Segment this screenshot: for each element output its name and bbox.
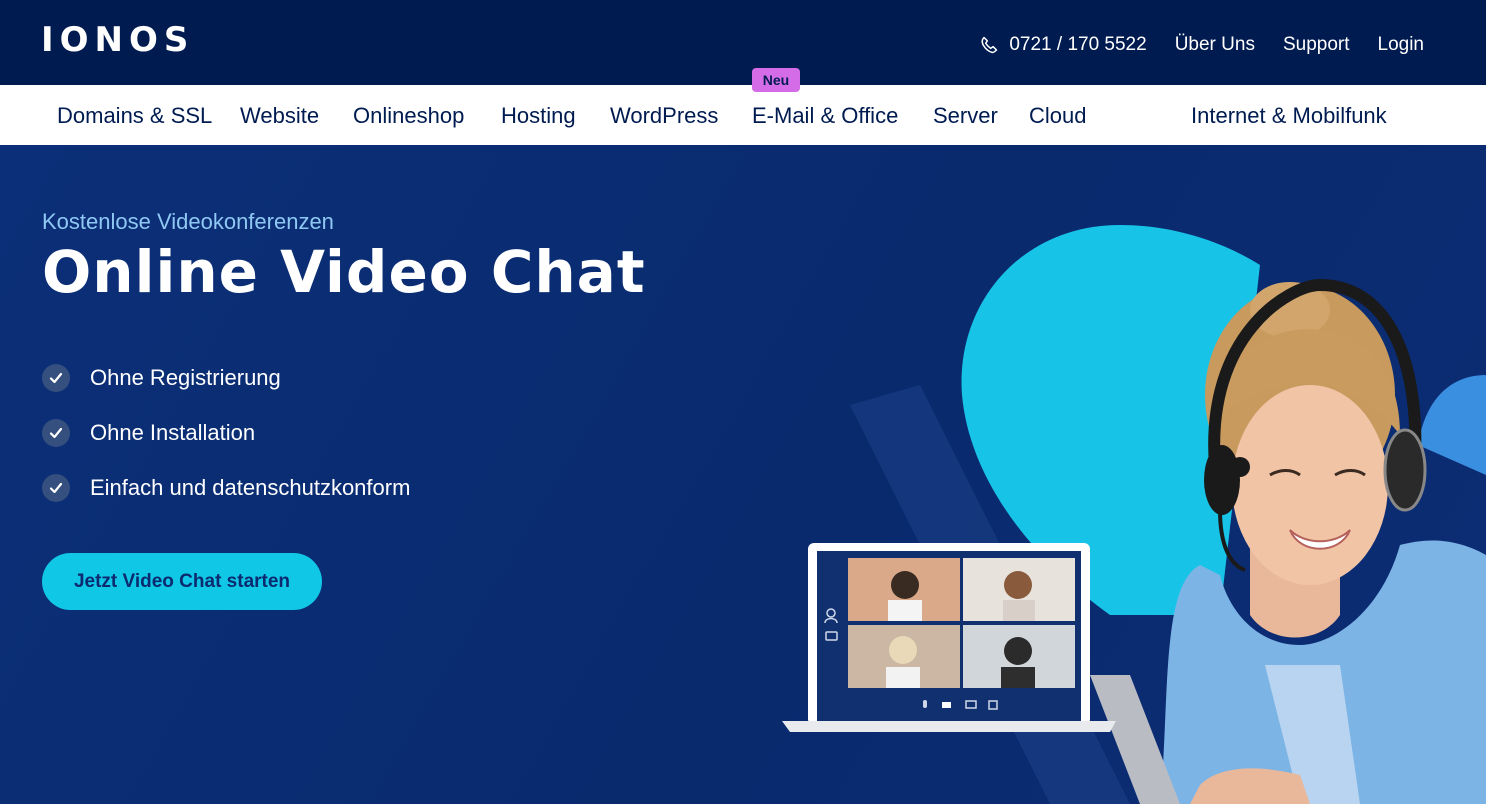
phone-number: 0721 / 170 5522 <box>1009 34 1147 55</box>
login-link[interactable]: Login <box>1378 30 1425 60</box>
camera-icon <box>942 702 951 708</box>
phone-link[interactable]: 0721 / 170 5522 <box>979 30 1147 60</box>
about-us-link[interactable]: Über Uns <box>1175 30 1255 60</box>
nav-cloud[interactable]: Cloud <box>1029 101 1086 131</box>
check-icon <box>42 473 70 502</box>
top-links: 0721 / 170 5522 Über Uns Support Login <box>979 30 1424 60</box>
feature-item: Einfach und datenschutzkonform <box>42 460 410 515</box>
mic-icon <box>923 700 927 708</box>
phone-icon <box>981 36 998 54</box>
nav-wordpress[interactable]: WordPress <box>610 101 718 131</box>
check-icon <box>42 418 70 447</box>
feature-list: Ohne Registrierung Ohne Installation Ein… <box>42 350 410 515</box>
main-nav: Domains & SSL Website Onlineshop Hosting… <box>0 85 1486 145</box>
hero-title: Online Video Chat <box>42 238 646 306</box>
nav-onlineshop[interactable]: Onlineshop <box>353 101 464 131</box>
nav-hosting[interactable]: Hosting <box>501 101 576 131</box>
decor-right-shape <box>1418 375 1486 475</box>
check-icon <box>42 363 70 392</box>
ionos-logo[interactable]: IONOS <box>41 22 194 58</box>
feature-text: Einfach und datenschutzkonform <box>90 474 411 500</box>
nav-domains-ssl[interactable]: Domains & SSL <box>57 101 212 131</box>
feature-item: Ohne Registrierung <box>42 350 410 405</box>
feature-text: Ohne Installation <box>90 419 256 445</box>
top-bar: IONOS 0721 / 170 5522 Über Uns Support L… <box>0 0 1486 85</box>
hero-eyebrow: Kostenlose Videokonferenzen <box>42 209 334 234</box>
start-video-chat-button[interactable]: Jetzt Video Chat starten <box>42 553 322 610</box>
support-link[interactable]: Support <box>1283 30 1350 60</box>
feature-item: Ohne Installation <box>42 405 410 460</box>
new-badge: Neu <box>752 68 800 92</box>
nav-email-office[interactable]: E-Mail & Office <box>752 101 898 131</box>
hero-section: Kostenlose Videokonferenzen Online Video… <box>0 145 1486 804</box>
feature-text: Ohne Registrierung <box>90 364 281 390</box>
nav-website[interactable]: Website <box>240 101 319 131</box>
nav-internet-mobilfunk[interactable]: Internet & Mobilfunk <box>1191 101 1387 131</box>
nav-server[interactable]: Server <box>933 101 998 131</box>
laptop-video-chat <box>782 543 1116 732</box>
